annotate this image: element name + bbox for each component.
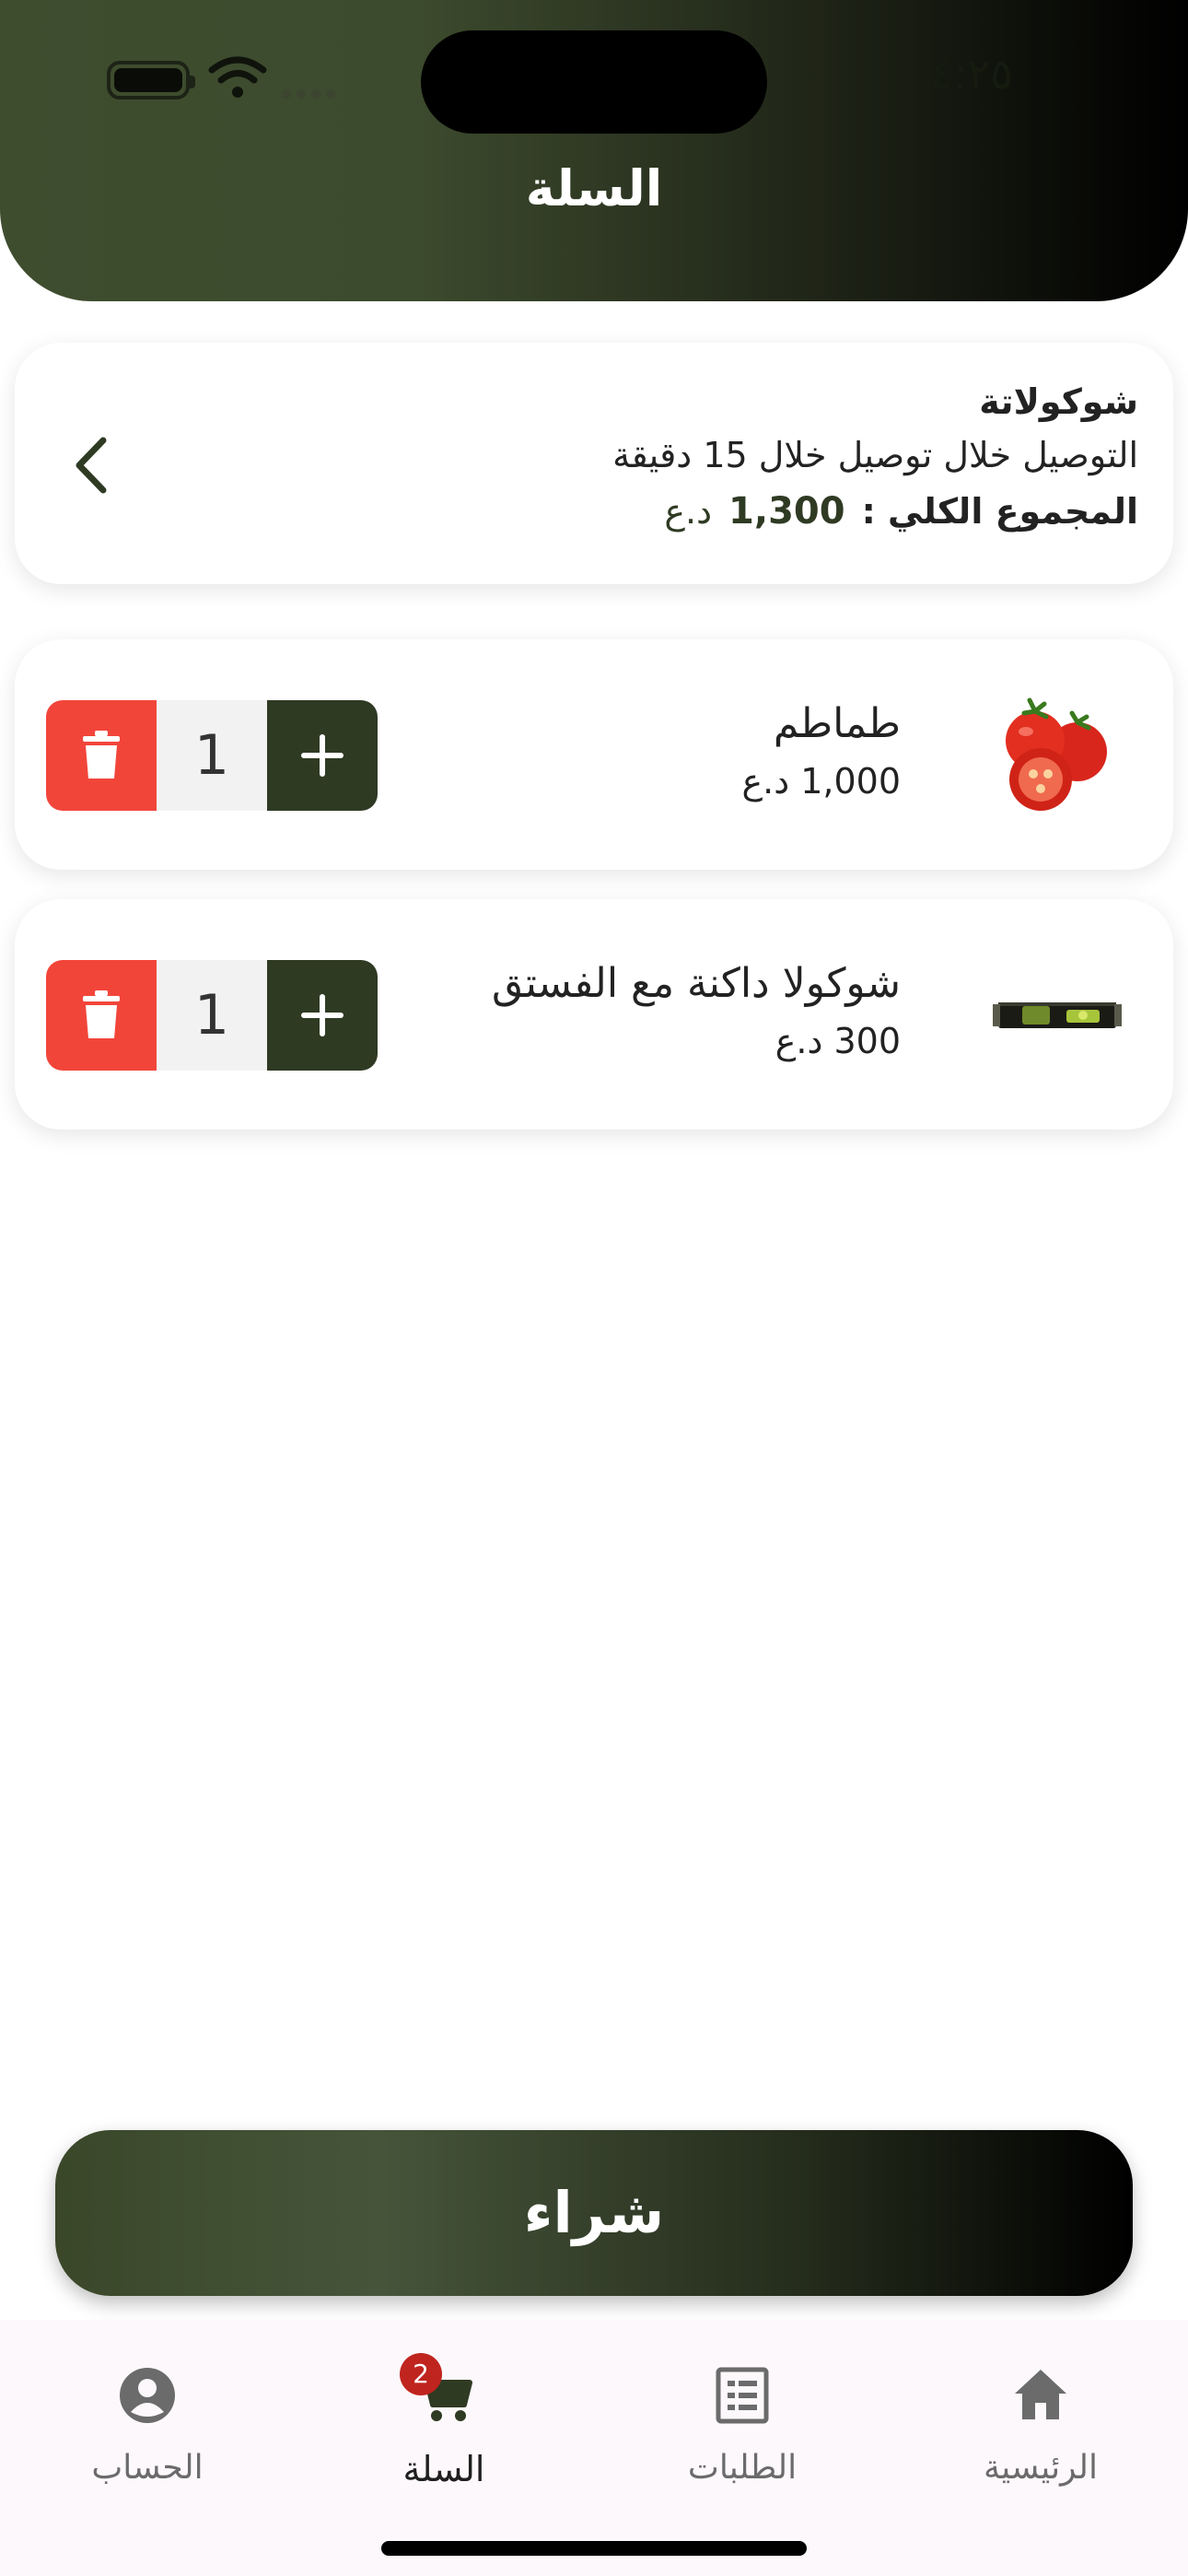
quantity-stepper: 1: [46, 700, 378, 811]
tomato-image: [1006, 697, 1107, 811]
plus-icon: [301, 994, 344, 1036]
trash-icon: [83, 990, 120, 1038]
battery-icon: [107, 61, 195, 100]
cart-screen: ٤:٢٥ السلة شوكولاتة التوصيل خلال توصيل خ…: [0, 0, 1188, 2576]
tab-cart[interactable]: 2 السلة: [333, 2348, 554, 2495]
dynamic-island: [421, 30, 767, 134]
item-price: 1,000 د.ع: [741, 761, 901, 802]
quantity-stepper: 1: [46, 960, 378, 1071]
increase-quantity-button[interactable]: [267, 700, 378, 811]
delivery-info: التوصيل خلال توصيل خلال 15 دقيقة: [612, 435, 1138, 475]
plus-icon: [301, 734, 344, 777]
tab-orders[interactable]: الطلبات: [632, 2348, 853, 2495]
orders-icon: [716, 2367, 769, 2424]
tab-cart-label: السلة: [402, 2449, 485, 2489]
cart-count-badge: 2: [400, 2353, 442, 2395]
total-value: 1,300: [728, 490, 845, 533]
cart-item: 1 شوكولا داكنة مع الفستق 300 د.ع: [15, 899, 1173, 1130]
tab-account-label: الحساب: [91, 2449, 204, 2487]
tab-home-label: الرئيسية: [984, 2449, 1098, 2487]
cellular-signal-icon: [282, 85, 341, 102]
tab-orders-label: الطلبات: [687, 2449, 798, 2487]
wifi-icon: [208, 56, 267, 98]
total-label: المجموع الكلي :: [861, 491, 1138, 532]
home-indicator: [381, 2541, 807, 2556]
status-time: ٤:٢٥: [930, 49, 1013, 99]
buy-button[interactable]: شراء: [55, 2130, 1133, 2296]
home-icon: [1015, 2370, 1066, 2419]
cart-item: 1 طماطم 1,000 د.ع: [15, 639, 1173, 870]
chocolate-bar-image: [993, 1002, 1122, 1028]
increase-quantity-button[interactable]: [267, 960, 378, 1071]
total-currency: د.ع: [664, 491, 713, 532]
chevron-left-icon[interactable]: [66, 433, 118, 498]
store-summary-card[interactable]: شوكولاتة التوصيل خلال توصيل خلال 15 دقيق…: [15, 343, 1173, 584]
delete-item-button[interactable]: [46, 700, 157, 811]
page-title: السلة: [525, 159, 663, 217]
account-icon: [120, 2368, 175, 2423]
delete-item-button[interactable]: [46, 960, 157, 1071]
item-price: 300 د.ع: [775, 1021, 901, 1061]
header: ٤:٢٥ السلة: [0, 0, 1188, 301]
quantity-value: 1: [157, 700, 267, 811]
bottom-tab-bar: الحساب 2 السلة الطلبات الرئيسية: [0, 2320, 1188, 2576]
item-name: طماطم: [773, 700, 901, 747]
tab-account[interactable]: الحساب: [37, 2348, 258, 2495]
quantity-value: 1: [157, 960, 267, 1071]
item-name: شوكولا داكنة مع الفستق: [491, 960, 901, 1007]
order-total: المجموع الكلي : 1,300 د.ع: [664, 490, 1138, 533]
trash-icon: [83, 731, 120, 779]
store-name: شوكولاتة: [979, 381, 1138, 422]
tab-home[interactable]: الرئيسية: [930, 2348, 1151, 2495]
